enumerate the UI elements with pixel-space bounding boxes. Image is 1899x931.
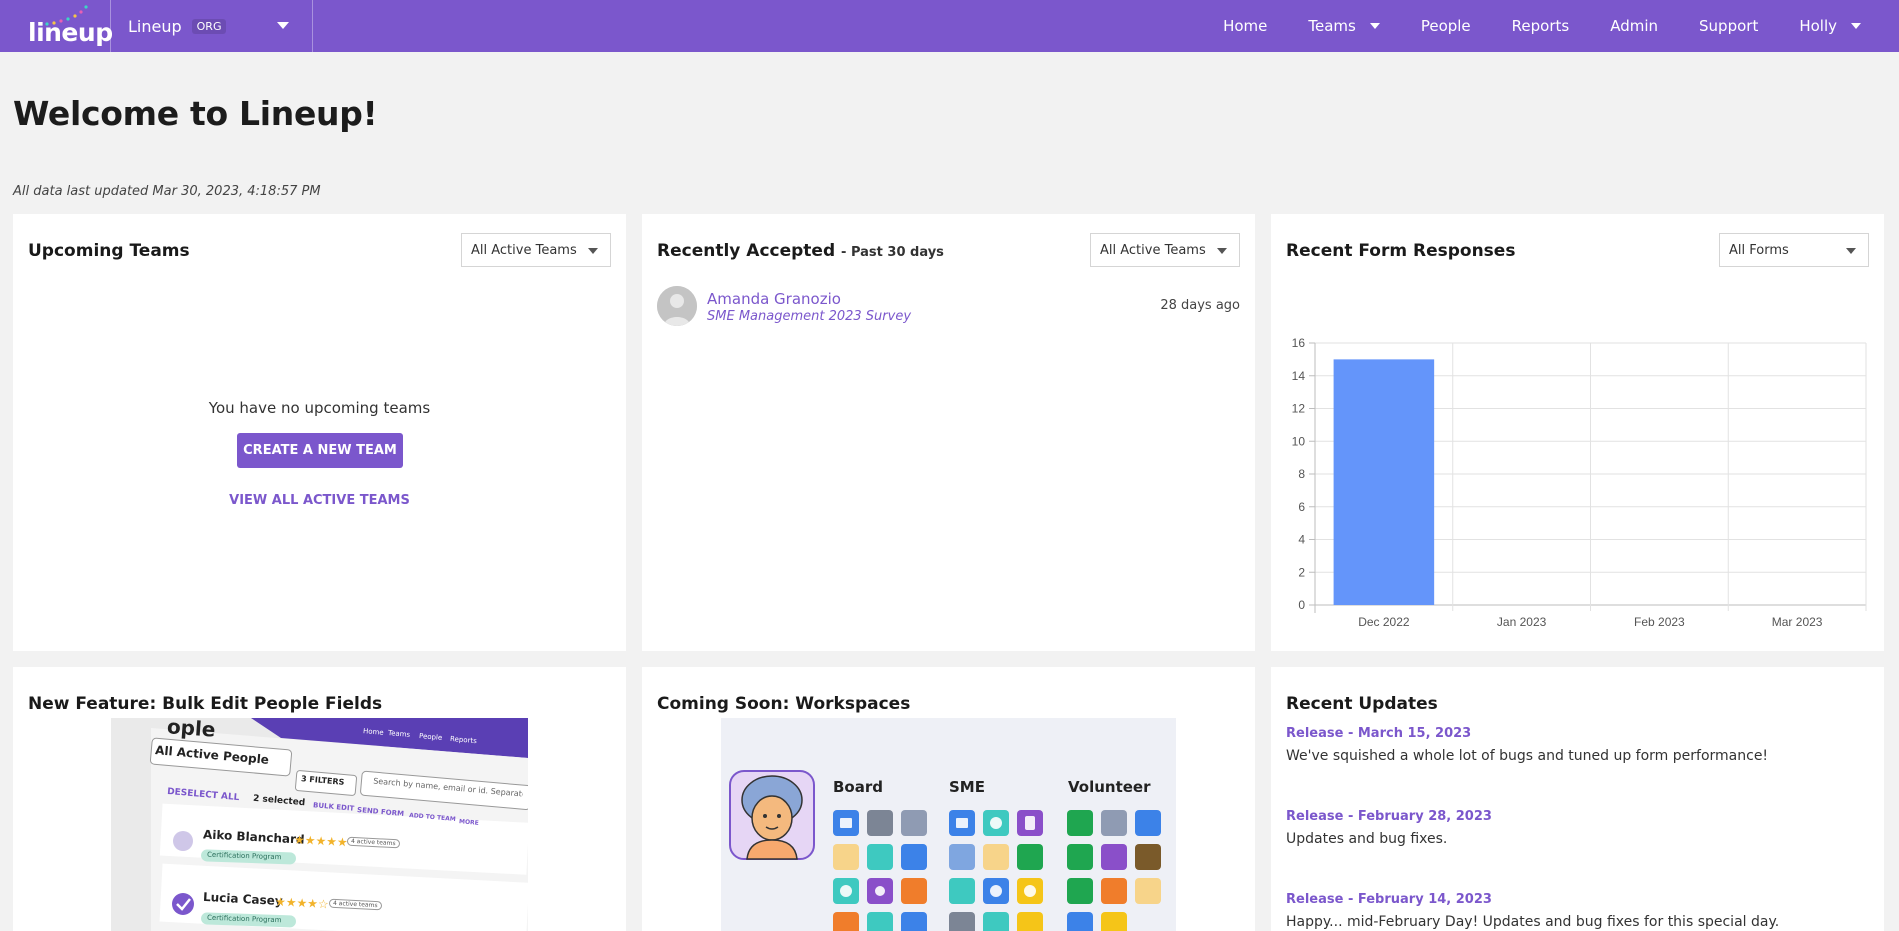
- avatar[interactable]: [657, 286, 697, 326]
- feature-screenshot: ople All Active People 3 FILTERS Search …: [111, 718, 528, 931]
- page-title: Welcome to Lineup!: [13, 94, 378, 133]
- release-link[interactable]: Release - February 14, 2023: [1286, 892, 1492, 907]
- recently-accepted-card: Recently Accepted - Past 30 days All Act…: [642, 214, 1255, 651]
- logo-text: lineup: [28, 18, 113, 47]
- person-form-link[interactable]: SME Management 2023 Survey: [707, 309, 911, 324]
- workspace-col-sme: SME: [949, 778, 985, 796]
- new-feature-title: New Feature: Bulk Edit People Fields: [28, 694, 383, 714]
- release-link[interactable]: Release - February 28, 2023: [1286, 809, 1492, 824]
- user-icon: [657, 286, 697, 326]
- lineup-logo[interactable]: lineup: [0, 0, 113, 52]
- person-name-link[interactable]: Amanda Granozio: [707, 290, 841, 308]
- upcoming-filter-value: All Active Teams: [471, 243, 577, 258]
- org-badge: ORG: [191, 18, 227, 34]
- top-nav: lineup Lineup ORG Home Teams People Repo…: [0, 0, 1899, 52]
- upcoming-teams-card: Upcoming Teams All Active Teams You have…: [13, 214, 626, 651]
- workspaces-illustration: Board SME Volunteer: [721, 718, 1176, 931]
- chevron-down-icon: [277, 22, 289, 29]
- nav-teams[interactable]: Teams: [1308, 17, 1380, 35]
- screenshot-heading: ople: [166, 718, 217, 742]
- upcoming-teams-title: Upcoming Teams: [28, 241, 190, 261]
- chart-bar: [1333, 359, 1435, 605]
- chart-y-tick-label: 4: [1298, 533, 1305, 547]
- create-team-button[interactable]: CREATE A NEW TEAM: [237, 433, 403, 468]
- star-rating-icon: ★★★★☆: [274, 894, 330, 912]
- last-updated-text: All data last updated Mar 30, 2023, 4:18…: [13, 184, 321, 199]
- chart-x-tick-label: Dec 2022: [1358, 615, 1410, 629]
- workspace-col-board: Board: [833, 778, 883, 796]
- accepted-teams-filter[interactable]: All Active Teams: [1090, 233, 1240, 267]
- chart-y-tick-label: 12: [1292, 402, 1306, 416]
- release-desc: Updates and bug fixes.: [1286, 831, 1448, 847]
- screenshot-nav-home: Home: [362, 727, 384, 737]
- chart-y-tick-label: 0: [1298, 598, 1305, 612]
- nav-user-menu[interactable]: Holly: [1799, 17, 1861, 35]
- nav-teams-label: Teams: [1308, 17, 1356, 35]
- nav-reports[interactable]: Reports: [1512, 17, 1570, 35]
- avatar-illustration-icon: [729, 770, 815, 860]
- view-all-teams-link[interactable]: VIEW ALL ACTIVE TEAMS: [13, 493, 626, 508]
- chart-y-tick-label: 10: [1292, 434, 1306, 448]
- chart-y-tick-label: 2: [1298, 565, 1305, 579]
- chevron-down-icon: [588, 248, 598, 254]
- star-rating-icon: ★★★★★: [293, 832, 349, 850]
- workspace-col-volunteer: Volunteer: [1068, 778, 1151, 796]
- chevron-down-icon: [1217, 248, 1227, 254]
- chart-y-tick-label: 8: [1298, 467, 1305, 481]
- form-responses-card: Recent Form Responses All Forms 0 2 4 6 8 10 1…: [1271, 214, 1884, 651]
- accepted-filter-value: All Active Teams: [1100, 243, 1206, 258]
- upcoming-teams-filter[interactable]: All Active Teams: [461, 233, 611, 267]
- chevron-down-icon: [1369, 23, 1380, 29]
- volunteer-icons: [1067, 810, 1161, 931]
- new-feature-card: New Feature: Bulk Edit People Fields opl…: [13, 667, 626, 931]
- workspaces-title: Coming Soon: Workspaces: [657, 694, 911, 714]
- recently-accepted-title-text: Recently Accepted: [657, 241, 836, 261]
- nav-admin[interactable]: Admin: [1610, 17, 1658, 35]
- workspace-icons-grid: [833, 810, 1161, 931]
- empty-state-text: You have no upcoming teams: [208, 399, 431, 417]
- form-responses-chart: 0 2 4 6 8 10 12 14 16 Dec 2022 Jan 2023 Feb 2023 Mar…: [1292, 336, 1867, 629]
- workspaces-card: Coming Soon: Workspaces Board SME Volunt…: [642, 667, 1255, 931]
- chart-x-tick-label: Feb 2023: [1634, 615, 1685, 629]
- org-switcher[interactable]: Lineup ORG: [111, 0, 313, 52]
- nav-people[interactable]: People: [1421, 17, 1471, 35]
- chart-y-tick-label: 14: [1292, 369, 1306, 383]
- recent-updates-card: Recent Updates Release - March 15, 2023 …: [1271, 667, 1884, 931]
- chevron-down-icon: [1851, 23, 1861, 29]
- chart-y-tick-label: 6: [1298, 500, 1305, 514]
- org-name: Lineup: [128, 16, 182, 36]
- board-icons: [833, 810, 927, 931]
- recently-accepted-subtitle: - Past 30 days: [841, 245, 944, 260]
- recent-updates-title: Recent Updates: [1286, 694, 1438, 714]
- release-desc: We've squished a whole lot of bugs and t…: [1286, 748, 1769, 764]
- recently-accepted-title: Recently Accepted - Past 30 days: [657, 241, 944, 261]
- nav-home[interactable]: Home: [1223, 17, 1267, 35]
- release-desc: Happy... mid-February Day! Updates and b…: [1286, 914, 1780, 930]
- user-name: Holly: [1799, 17, 1837, 35]
- chart-x-tick-label: Mar 2023: [1772, 615, 1823, 629]
- release-link[interactable]: Release - March 15, 2023: [1286, 726, 1471, 741]
- chart-y-tick-label: 16: [1292, 336, 1306, 350]
- chart-x-tick-label: Jan 2023: [1497, 615, 1547, 629]
- nav-links: Home Teams People Reports Admin Support …: [1223, 0, 1899, 52]
- accepted-time: 28 days ago: [1160, 298, 1240, 313]
- nav-support[interactable]: Support: [1699, 17, 1758, 35]
